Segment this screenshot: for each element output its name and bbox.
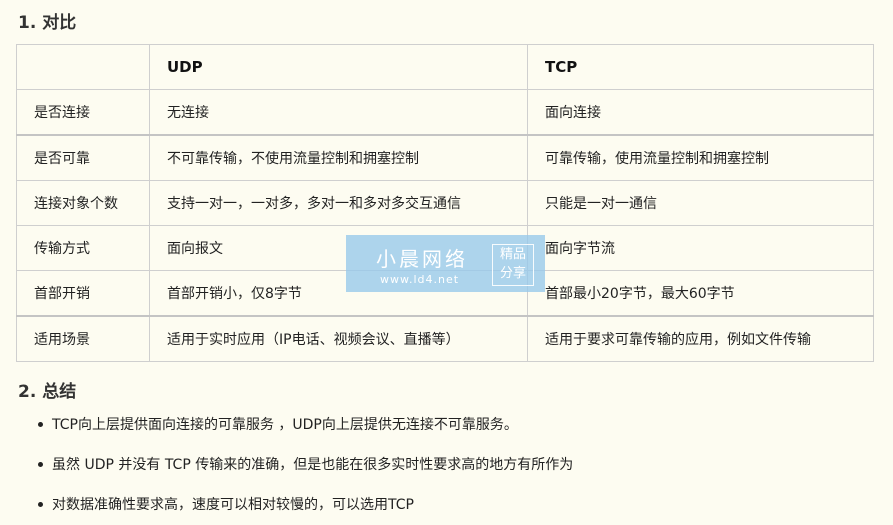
table-cell: 适用场景 (16, 315, 150, 362)
table-row: 适用场景 适用于实时应用（IP电话、视频会议、直播等） 适用于要求可靠传输的应用… (16, 315, 874, 362)
bullet-icon (38, 462, 43, 467)
table-cell: 适用于要求可靠传输的应用，例如文件传输 (527, 315, 874, 362)
list-item-text: 虽然 UDP 并没有 TCP 传输来的准确，但是也能在很多实时性要求高的地方有所… (52, 457, 574, 473)
watermark-logo: 小晨网络 www.ld4.net 精品 分享 (346, 235, 545, 292)
table-cell: 首部开销 (16, 270, 150, 317)
bullet-icon (38, 502, 43, 507)
table-cell: 支持一对一，一对多，多对一和多对多交互通信 (149, 180, 528, 226)
table-cell: 连接对象个数 (16, 180, 150, 226)
bullet-icon (38, 422, 43, 427)
watermark-url: www.ld4.net (380, 273, 460, 286)
table-cell: 适用于实时应用（IP电话、视频会议、直播等） (149, 315, 528, 362)
list-item-text: 对数据准确性要求高，速度可以相对较慢的，可以选用TCP (52, 497, 414, 513)
watermark-badge-line: 精品 (499, 247, 526, 262)
table-header-cell (16, 44, 150, 90)
table-cell: 可靠传输，使用流量控制和拥塞控制 (527, 134, 874, 181)
section-heading-summary: 2. 总结 (18, 382, 77, 402)
table-cell: 是否可靠 (16, 134, 150, 181)
table-row: 连接对象个数 支持一对一，一对多，多对一和多对多交互通信 只能是一对一通信 (16, 180, 874, 226)
list-item: 对数据准确性要求高，速度可以相对较慢的，可以选用TCP (38, 485, 573, 525)
table-cell: 传输方式 (16, 225, 150, 271)
table-row: 是否连接 无连接 面向连接 (16, 89, 874, 136)
section-heading-compare: 1. 对比 (18, 13, 77, 33)
table-cell: 只能是一对一通信 (527, 180, 874, 226)
table-row: 是否可靠 不可靠传输，不使用流量控制和拥塞控制 可靠传输，使用流量控制和拥塞控制 (16, 134, 874, 181)
watermark-badge-line: 分享 (499, 266, 526, 281)
table-cell: 面向连接 (527, 89, 874, 136)
table-cell: 不可靠传输，不使用流量控制和拥塞控制 (149, 134, 528, 181)
list-item: TCP向上层提供面向连接的可靠服务 ，UDP向上层提供无连接不可靠服务。 (38, 405, 573, 445)
table-header-cell: UDP (149, 44, 528, 90)
table-cell: 面向字节流 (527, 225, 874, 271)
table-header-cell: TCP (527, 44, 874, 90)
table-cell: 无连接 (149, 89, 528, 136)
list-item: 虽然 UDP 并没有 TCP 传输来的准确，但是也能在很多实时性要求高的地方有所… (38, 445, 573, 485)
table-header-row: UDP TCP (16, 44, 874, 90)
watermark-title: 小晨网络 (376, 247, 468, 271)
table-cell: 首部最小20字节，最大60字节 (527, 270, 874, 317)
list-item-text: TCP向上层提供面向连接的可靠服务 ，UDP向上层提供无连接不可靠服务。 (52, 417, 518, 433)
summary-list: TCP向上层提供面向连接的可靠服务 ，UDP向上层提供无连接不可靠服务。 虽然 … (20, 405, 573, 525)
comparison-table: UDP TCP 是否连接 无连接 面向连接 是否可靠 不可靠传输，不使用流量控制… (16, 44, 874, 362)
table-cell: 是否连接 (16, 89, 150, 136)
watermark-badge: 精品 分享 (492, 244, 534, 286)
